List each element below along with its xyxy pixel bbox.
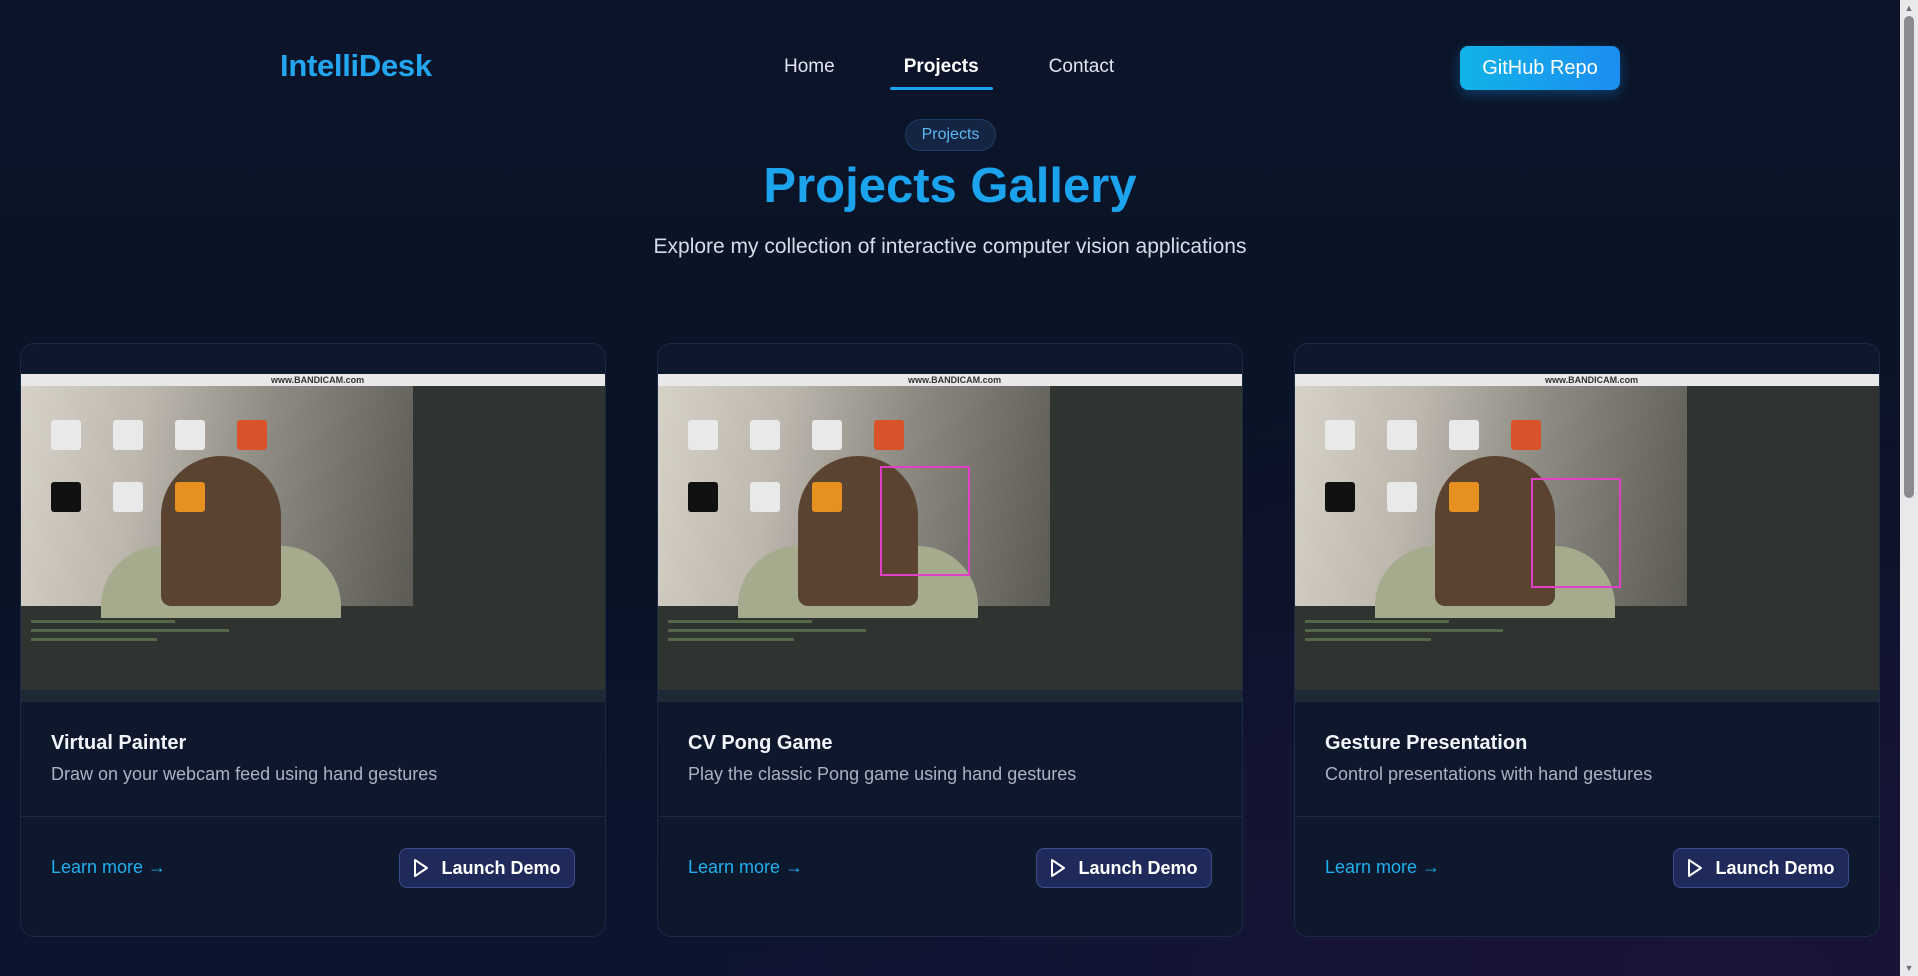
page-title: Projects Gallery [763, 159, 1137, 213]
launch-demo-button[interactable]: Launch Demo [1673, 848, 1849, 888]
learn-more-link[interactable]: Learn more → [1325, 857, 1440, 878]
card-divider [658, 816, 1242, 817]
webcam-feed [1295, 386, 1687, 618]
webcam-feed [658, 386, 1050, 618]
project-card-virtual-painter: www.BANDICAM.com Virtual Painter Draw on… [20, 343, 606, 937]
scroll-up-icon[interactable]: ▲ [1903, 2, 1915, 14]
launch-demo-label: Launch Demo [1078, 857, 1198, 878]
launch-demo-label: Launch Demo [441, 857, 561, 878]
scroll-down-icon[interactable]: ▼ [1903, 962, 1915, 974]
card-divider [1295, 816, 1879, 817]
project-card-gesture-presentation: www.BANDICAM.com Gesture Presentation Co… [1294, 343, 1880, 937]
scrollbar-thumb[interactable] [1904, 16, 1914, 498]
card-title: Gesture Presentation [1325, 732, 1528, 754]
launch-demo-label: Launch Demo [1715, 857, 1835, 878]
top-nav: IntelliDesk Home Projects Contact GitHub… [0, 0, 1900, 120]
learn-more-link[interactable]: Learn more → [51, 857, 166, 878]
card-description: Control presentations with hand gestures [1325, 764, 1653, 784]
page-subtitle: Explore my collection of interactive com… [653, 235, 1247, 258]
launch-demo-button[interactable]: Launch Demo [1036, 848, 1212, 888]
card-description: Draw on your webcam feed using hand gest… [51, 764, 438, 784]
hand-detection-box [880, 466, 970, 576]
project-card-cv-pong: www.BANDICAM.com CV Pong Game Play the c… [657, 343, 1243, 937]
play-icon [414, 859, 429, 877]
hand-detection-box [1531, 478, 1621, 588]
github-repo-button[interactable]: GitHub Repo [1460, 46, 1620, 90]
learn-more-link[interactable]: Learn more → [688, 857, 803, 878]
watermark: www.BANDICAM.com [908, 375, 1002, 385]
project-screenshot: www.BANDICAM.com [1295, 374, 1879, 702]
scrollbar[interactable]: ▲ ▼ [1900, 0, 1918, 976]
main-menu: Home Projects Contact [784, 56, 1114, 90]
brand-logo[interactable]: IntelliDesk [280, 48, 432, 84]
watermark: www.BANDICAM.com [1545, 375, 1639, 385]
card-title: Virtual Painter [51, 732, 187, 754]
nav-projects[interactable]: Projects [889, 56, 993, 90]
project-screenshot: www.BANDICAM.com [658, 374, 1242, 702]
card-description: Play the classic Pong game using hand ge… [688, 764, 1077, 784]
play-icon [1051, 859, 1066, 877]
webcam-feed [21, 386, 413, 618]
nav-home[interactable]: Home [784, 56, 835, 90]
card-divider [21, 816, 605, 817]
nav-contact[interactable]: Contact [1049, 56, 1114, 90]
play-icon [1688, 859, 1703, 877]
launch-demo-button[interactable]: Launch Demo [399, 848, 575, 888]
project-screenshot: www.BANDICAM.com [21, 374, 605, 702]
card-title: CV Pong Game [688, 732, 833, 754]
section-badge: Projects [905, 119, 996, 151]
watermark: www.BANDICAM.com [271, 375, 365, 385]
